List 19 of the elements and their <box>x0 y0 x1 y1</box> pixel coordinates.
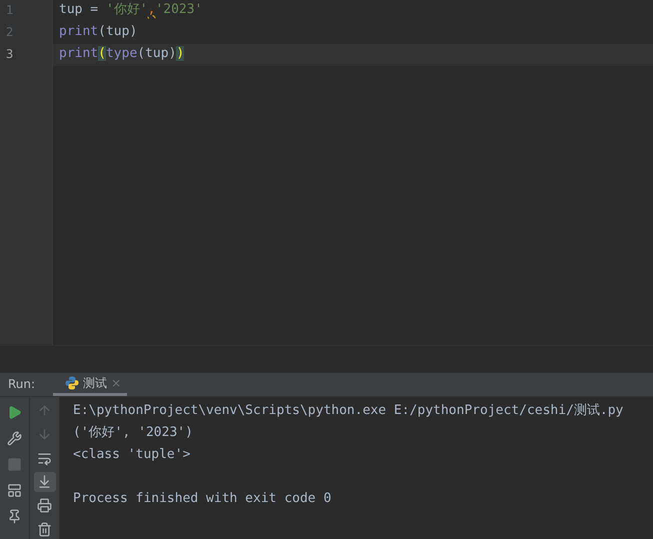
trash-icon <box>37 522 52 537</box>
wrench-icon <box>7 430 22 446</box>
scroll-to-end-icon <box>37 474 52 490</box>
layout-icon <box>7 482 22 498</box>
print-icon <box>37 498 52 514</box>
stop-icon <box>7 456 22 472</box>
pin-icon <box>7 508 22 524</box>
soft-wrap-icon <box>37 450 52 466</box>
run-label: Run: <box>7 376 36 393</box>
scroll-to-end-button[interactable] <box>34 472 56 492</box>
run-icon <box>7 404 22 420</box>
console-line: E:\pythonProject\venv\Scripts\python.exe E:/pythonProject/ceshi/测试.py <box>73 402 624 420</box>
code-line: tup = '你好','2023' <box>58 1 204 19</box>
console-line: <class 'tuple'> <box>73 446 192 464</box>
down-arrow-icon <box>37 427 52 442</box>
console-line: ('你好', '2023') <box>73 424 194 442</box>
console-line: Process finished with exit code 0 <box>73 490 332 508</box>
code-line: print(tup) <box>58 23 138 41</box>
python-icon <box>65 376 80 390</box>
